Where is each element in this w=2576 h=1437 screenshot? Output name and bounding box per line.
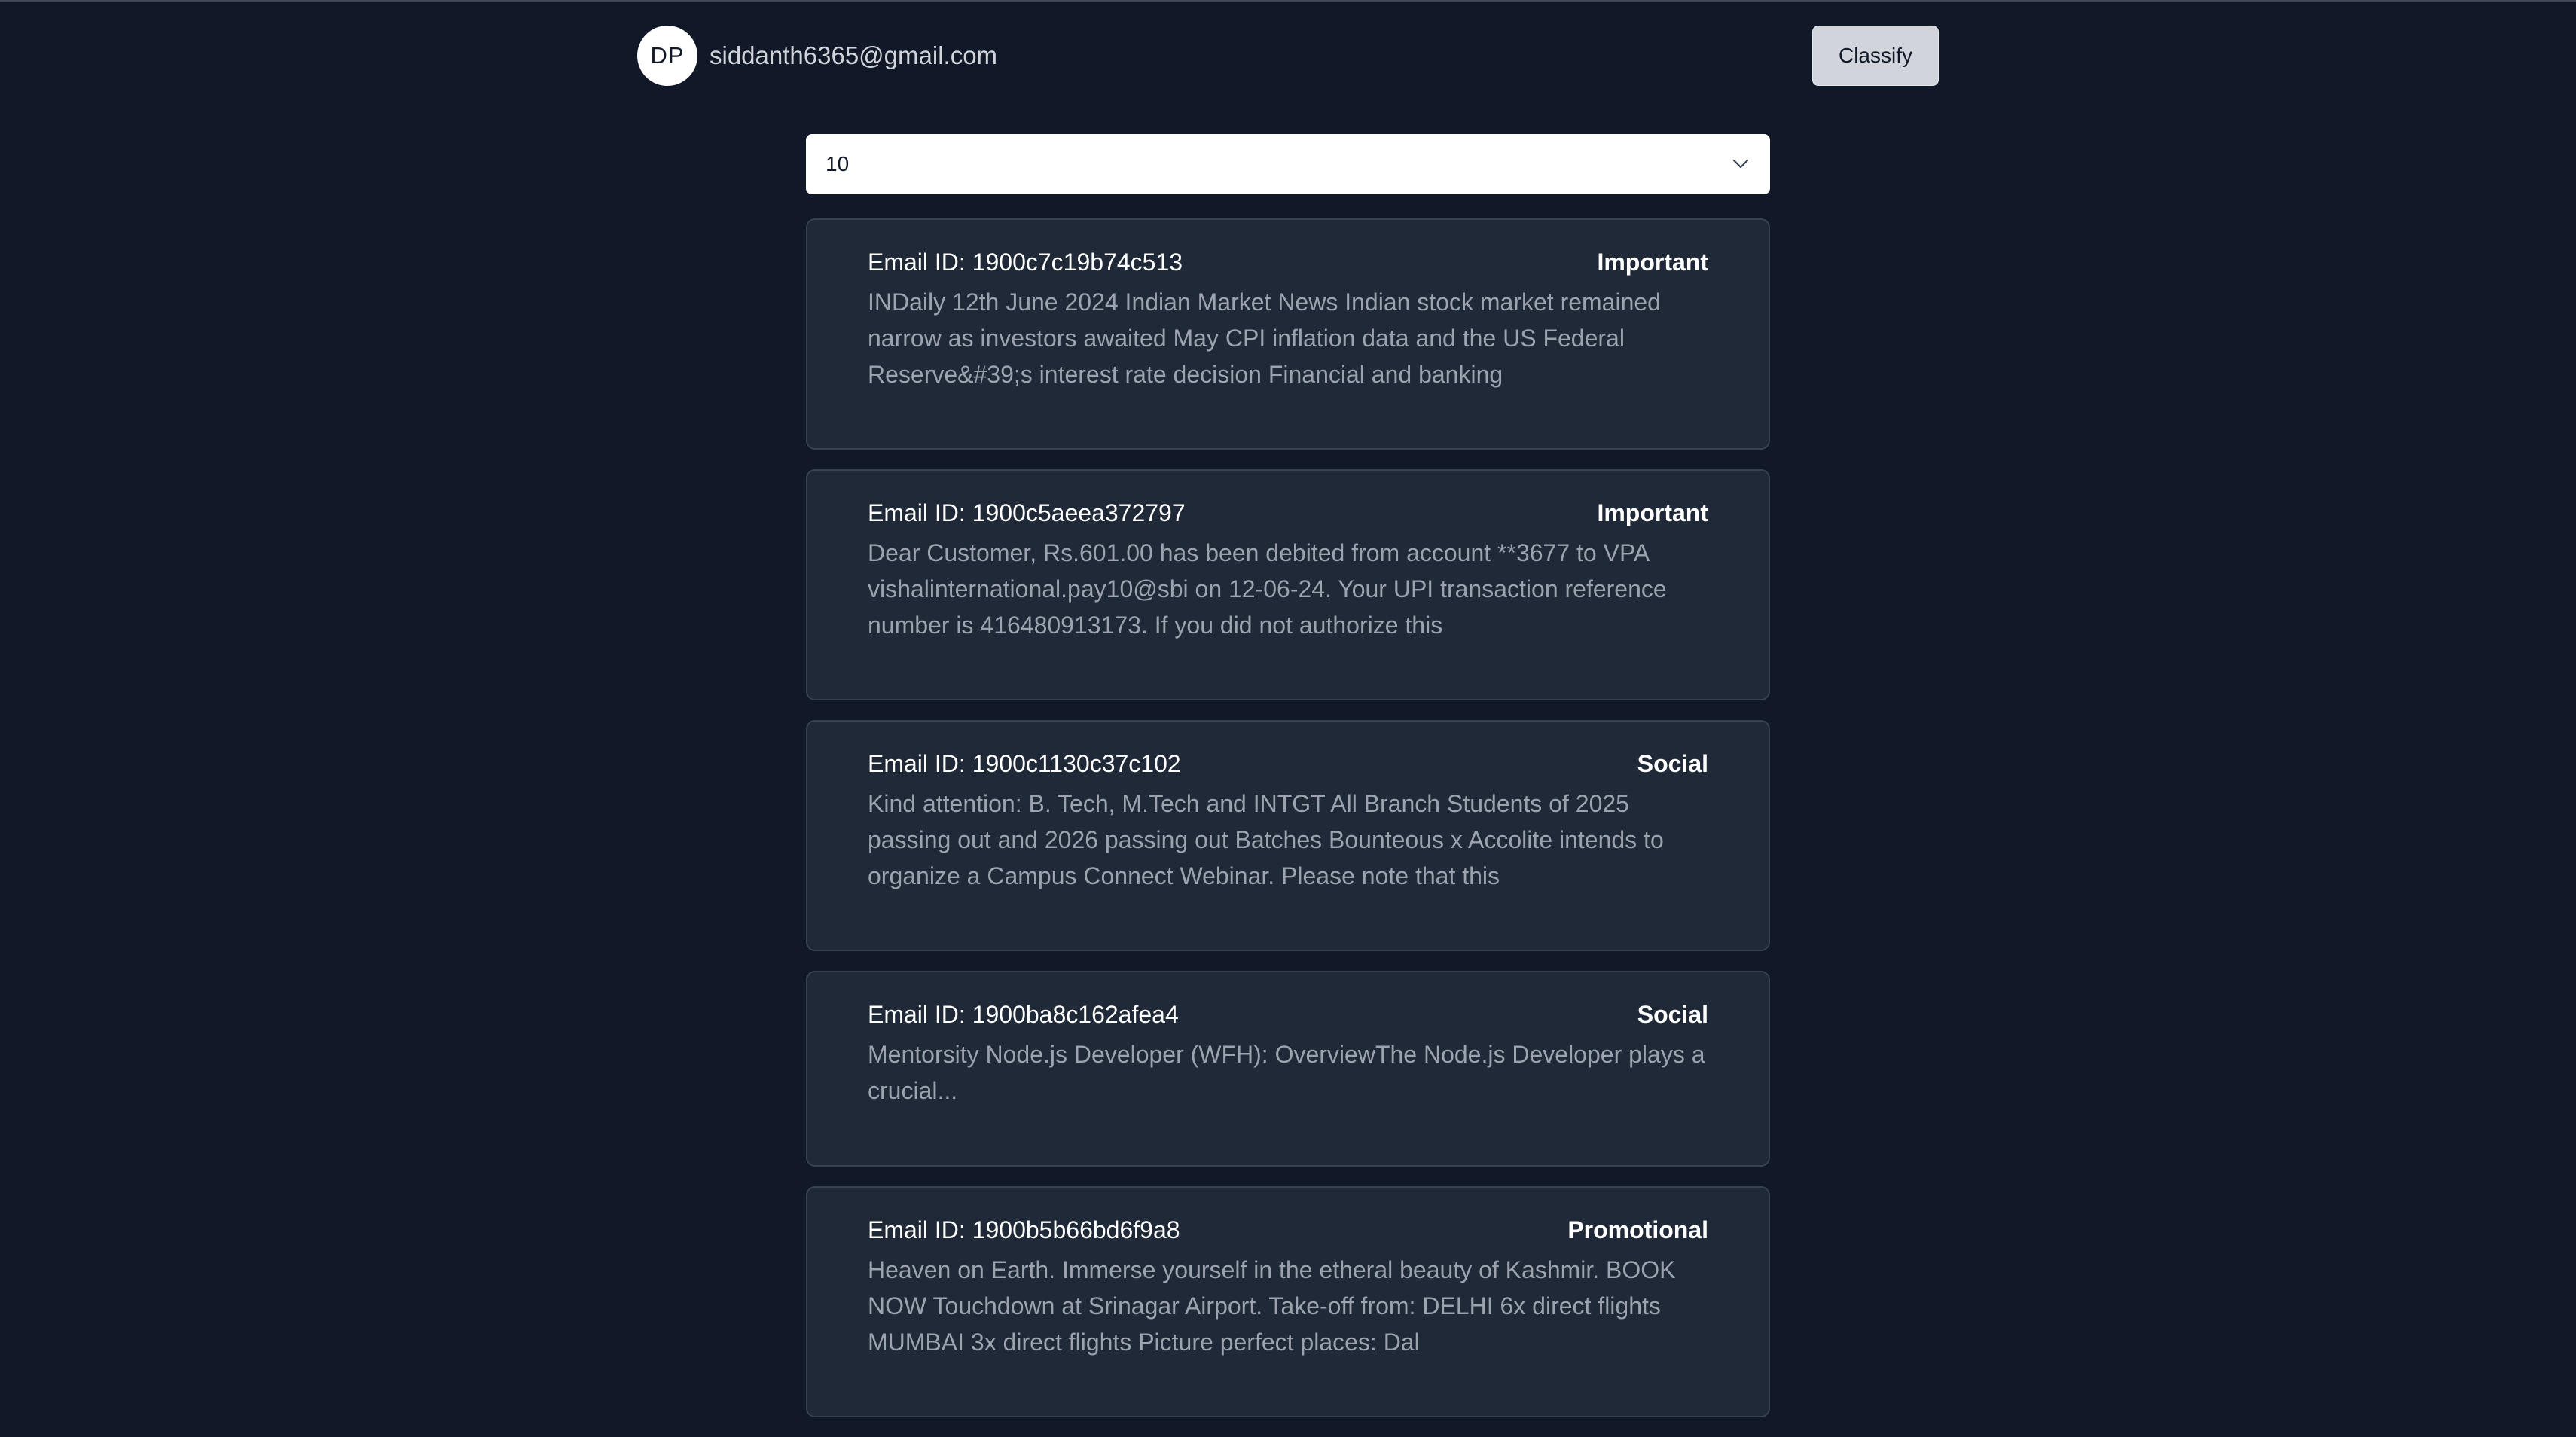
classify-button[interactable]: Classify [1812, 26, 1939, 86]
header: DP siddanth6365@gmail.com Classify [637, 26, 1939, 87]
email-snippet: Kind attention: B. Tech, M.Tech and INTG… [868, 790, 1664, 889]
email-count-select[interactable]: 10 [806, 134, 1770, 194]
chevron-down-icon [1731, 154, 1750, 174]
user-email: siddanth6365@gmail.com [710, 41, 998, 69]
email-category-label: Important [1597, 249, 1708, 276]
email-id: Email ID: 1900c7c19b74c513 [868, 249, 1183, 276]
email-category-label: Important [1597, 499, 1708, 526]
email-list: Email ID: 1900c7c19b74c513 Important IND… [806, 218, 1770, 1437]
email-card[interactable]: Email ID: 1900c7c19b74c513 Important IND… [806, 218, 1770, 450]
email-id: Email ID: 1900ba8c162afea4 [868, 1001, 1179, 1028]
email-category-label: Social [1637, 750, 1708, 777]
email-count-value: 10 [826, 152, 850, 175]
email-id: Email ID: 1900c1130c37c102 [868, 750, 1181, 777]
user-profile: DP siddanth6365@gmail.com [637, 26, 997, 86]
email-category-label: Social [1637, 1001, 1708, 1028]
top-border [0, 0, 2576, 2]
email-id: Email ID: 1900c5aeea372797 [868, 499, 1186, 526]
email-id: Email ID: 1900b5b66bd6f9a8 [868, 1216, 1180, 1243]
email-card[interactable]: Email ID: 1900b5b66bd6f9a8 Promotional H… [806, 1186, 1770, 1417]
email-card[interactable]: Email ID: 1900c1130c37c102 Social Kind a… [806, 720, 1770, 951]
avatar[interactable]: DP [637, 26, 697, 86]
email-snippet: Dear Customer, Rs.601.00 has been debite… [868, 539, 1667, 639]
email-card[interactable]: Email ID: 1900c5aeea372797 Important Dea… [806, 469, 1770, 700]
email-snippet: INDaily 12th June 2024 Indian Market New… [868, 288, 1661, 388]
email-snippet: Heaven on Earth. Immerse yourself in the… [868, 1256, 1676, 1356]
email-category-label: Promotional [1567, 1216, 1708, 1243]
email-snippet: Mentorsity Node.js Developer (WFH): Over… [868, 1041, 1705, 1104]
email-card[interactable]: Email ID: 1900ba8c162afea4 Social Mentor… [806, 971, 1770, 1167]
